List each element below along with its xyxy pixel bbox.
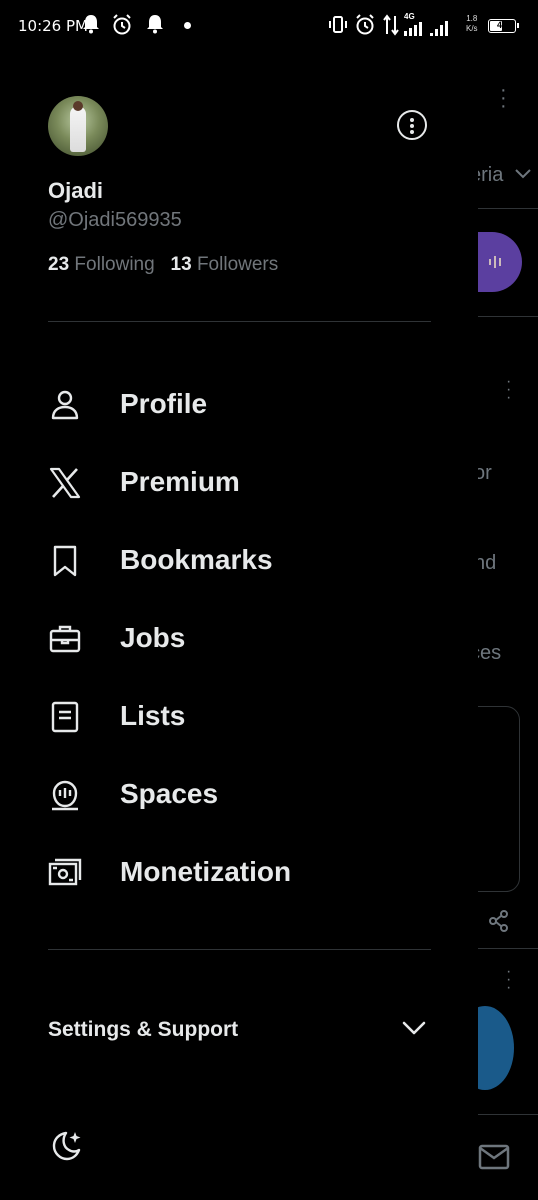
chevron-down-icon — [402, 1021, 426, 1035]
menu-item-bookmarks[interactable]: Bookmarks — [48, 532, 448, 588]
person-icon — [51, 390, 79, 420]
signal-icon — [430, 21, 448, 36]
menu-item-jobs[interactable]: Jobs — [48, 610, 448, 666]
signal-icon — [404, 22, 422, 36]
menu-item-premium[interactable]: Premium — [48, 454, 448, 510]
divider — [48, 949, 431, 950]
more-vertical-icon: · · · — [506, 963, 512, 996]
follow-stats: 23 Following 13 Followers — [48, 254, 278, 276]
vibrate-icon — [329, 16, 347, 33]
notification-bell-icon — [83, 15, 99, 34]
profile-name[interactable]: Ojadi — [48, 178, 103, 204]
divider — [48, 321, 431, 322]
more-notifications-dot — [184, 22, 191, 29]
share-icon — [489, 910, 508, 932]
accounts-more-button[interactable] — [397, 110, 427, 140]
notification-bell-icon — [147, 15, 163, 34]
status-time: 10:26 PM — [18, 17, 88, 35]
more-vertical-icon: · · · — [506, 373, 512, 406]
status-bar: 10:26 PM 4G 1.8 K/s 45 — [0, 0, 538, 56]
network-speed: 1.8 K/s — [466, 14, 478, 33]
spaces-icon — [52, 780, 78, 811]
battery-icon: 45 — [488, 19, 519, 33]
menu-item-spaces[interactable]: Spaces — [48, 766, 448, 822]
more-vertical-icon: · · · — [500, 79, 507, 117]
list-icon — [51, 701, 79, 733]
following-link[interactable]: 23 Following — [48, 254, 155, 275]
navigation-drawer: Ojadi @Ojadi569935 23 Following 13 Follo… — [0, 56, 478, 1200]
battery-level: 45 — [496, 20, 507, 30]
messages-icon — [478, 1144, 510, 1170]
menu-item-lists[interactable]: Lists — [48, 688, 448, 744]
briefcase-icon — [49, 625, 81, 653]
alarm-icon — [356, 14, 374, 35]
data-transfer-icon — [383, 14, 399, 36]
avatar[interactable] — [48, 96, 108, 156]
bookmark-icon — [53, 545, 77, 577]
money-icon — [48, 858, 82, 886]
menu-item-monetization[interactable]: Monetization — [48, 844, 448, 900]
menu-item-profile[interactable]: Profile — [48, 376, 448, 432]
background-timeline: · · · eria · · · or nd ces · · · — [470, 56, 538, 1200]
x-logo-icon — [49, 467, 81, 499]
alarm-icon — [113, 14, 131, 35]
chevron-down-icon — [515, 169, 531, 179]
followers-link[interactable]: 13 Followers — [171, 254, 279, 275]
profile-handle: @Ojadi569935 — [48, 209, 182, 231]
display-mode-moon-icon[interactable] — [48, 1128, 84, 1164]
settings-support-label: Settings & Support — [48, 1018, 239, 1041]
settings-support-toggle[interactable]: Settings & Support — [48, 1012, 431, 1052]
